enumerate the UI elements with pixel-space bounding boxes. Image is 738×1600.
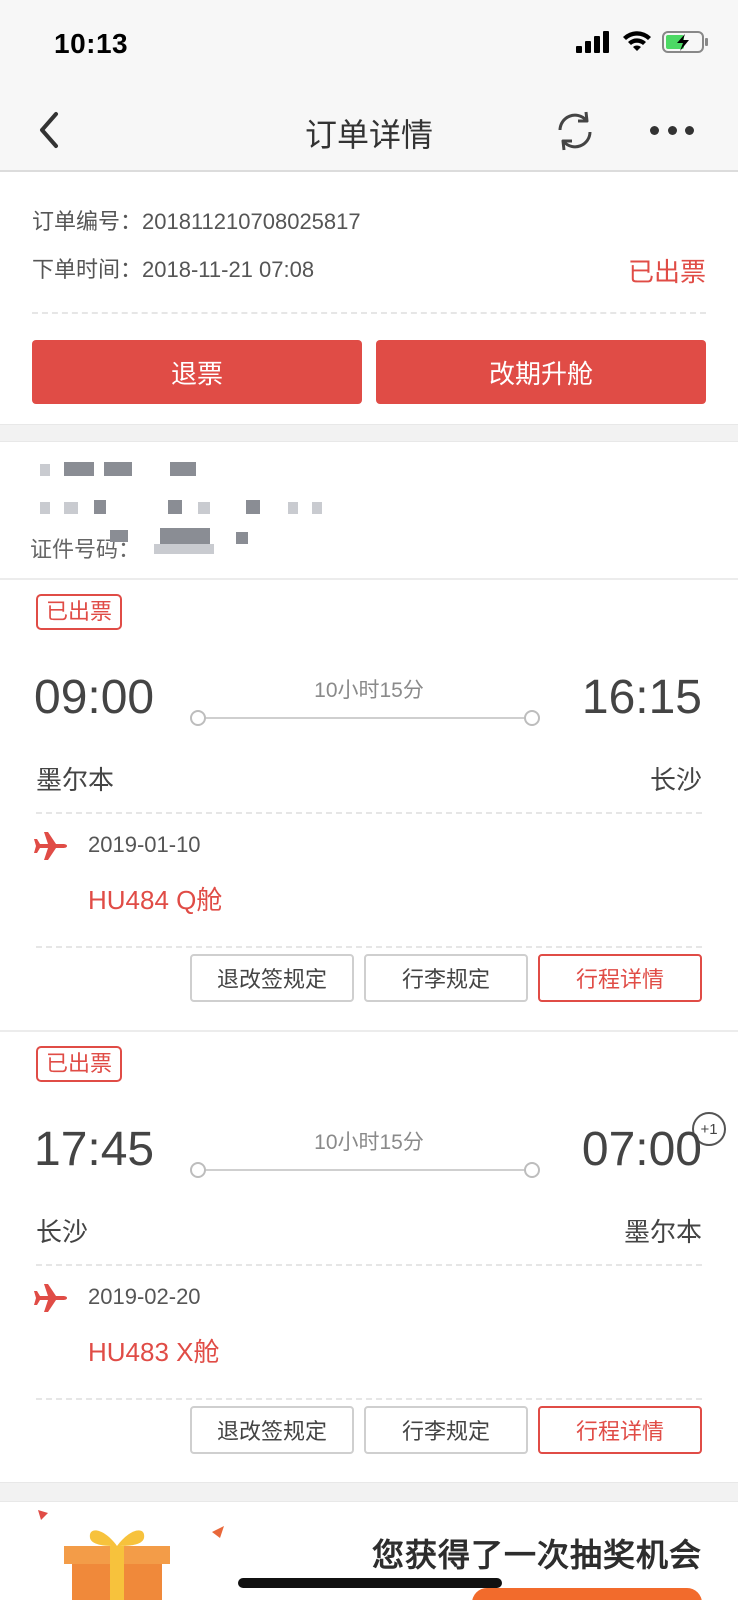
section-gap <box>0 1482 738 1502</box>
status-time: 10:13 <box>54 28 129 59</box>
divider <box>32 312 706 314</box>
airplane-icon <box>34 832 67 860</box>
home-indicator[interactable] <box>238 1578 502 1588</box>
battery-charging-icon <box>662 31 708 53</box>
arrival-time: 16:15 <box>581 671 702 724</box>
refund-button[interactable]: 退票 <box>32 340 362 404</box>
airplane-icon <box>34 1284 67 1312</box>
blurred-name <box>104 462 132 476</box>
flight-date: 2019-01-10 <box>88 832 201 857</box>
status-icons <box>576 30 710 54</box>
divider <box>36 1264 702 1266</box>
itinerary-details-button[interactable]: 行程详情 <box>538 954 702 1002</box>
divider <box>36 812 702 814</box>
arrival-city: 长沙 <box>649 765 702 795</box>
blurred-id <box>160 528 210 544</box>
blurred-info <box>312 502 322 514</box>
departure-dot <box>190 1162 206 1178</box>
refund-change-rules-button[interactable]: 退改签规定 <box>190 954 354 1002</box>
refresh-icon[interactable] <box>552 108 598 154</box>
flight-date: 2019-02-20 <box>88 1284 201 1309</box>
blurred-name <box>64 462 94 476</box>
refund-change-rules-button[interactable]: 退改签规定 <box>190 1406 354 1454</box>
arrival-dot <box>524 1162 540 1178</box>
order-status: 已出票 <box>627 257 706 287</box>
baggage-rules-button[interactable]: 行李规定 <box>364 954 528 1002</box>
divider <box>36 1398 702 1400</box>
order-number-label: 订单编号： <box>32 209 143 234</box>
blurred-info <box>198 502 210 514</box>
wifi-icon <box>623 31 651 51</box>
arrival-dot <box>524 710 540 726</box>
flight-number: HU483 X舱 <box>88 1337 220 1367</box>
confetti-icon <box>212 1526 224 1538</box>
order-number: 201811210708025817 <box>142 209 361 234</box>
gift-box-icon <box>64 1530 170 1600</box>
route-line <box>190 710 540 726</box>
blurred-info <box>64 502 78 514</box>
blurred-info <box>246 500 260 514</box>
order-time: 2018-11-21 07:08 <box>142 257 315 282</box>
lottery-banner-text: 您获得了一次抽奖机会 <box>371 1537 702 1573</box>
blurred-name <box>40 464 50 476</box>
departure-dot <box>190 710 206 726</box>
route-line <box>190 1162 540 1178</box>
signal-icon <box>576 31 609 53</box>
confetti-icon <box>38 1510 48 1520</box>
blurred-id <box>110 530 128 542</box>
order-time-row: 下单时间：2018-11-21 07:08 <box>32 252 314 284</box>
section-gap <box>0 424 738 442</box>
nav-bar: 订单详情 <box>0 88 738 172</box>
blurred-name <box>170 462 196 476</box>
blurred-info <box>94 500 106 514</box>
itinerary-details-button[interactable]: 行程详情 <box>538 1406 702 1454</box>
blurred-info <box>168 500 182 514</box>
flight-segment: 已出票 09:00 10小时15分 16:15 墨尔本 长沙 2019-01-1… <box>0 578 738 1028</box>
flight-number: HU484 Q舱 <box>88 885 223 915</box>
arrival-time: 07:00 <box>581 1123 702 1176</box>
more-icon[interactable] <box>650 108 694 152</box>
status-bar: 10:13 <box>0 0 738 88</box>
blurred-info <box>288 502 298 514</box>
departure-city: 长沙 <box>36 1217 89 1247</box>
baggage-rules-button[interactable]: 行李规定 <box>364 1406 528 1454</box>
divider <box>36 946 702 948</box>
passenger-info: 证件号码： <box>0 442 738 578</box>
order-time-label: 下单时间： <box>32 257 143 282</box>
blurred-id <box>236 532 248 544</box>
change-upgrade-button[interactable]: 改期升舱 <box>376 340 706 404</box>
ticket-status-badge: 已出票 <box>36 1046 123 1082</box>
flight-segment: 已出票 +1 17:45 10小时15分 07:00 长沙 墨尔本 2019-0… <box>0 1030 738 1480</box>
lottery-action-button[interactable] <box>472 1588 702 1600</box>
arrival-city: 墨尔本 <box>623 1217 702 1247</box>
ticket-status-badge: 已出票 <box>36 594 123 630</box>
blurred-info <box>40 502 50 514</box>
page-title: 订单详情 <box>304 117 433 153</box>
order-number-row: 订单编号：201811210708025817 <box>32 204 361 236</box>
departure-city: 墨尔本 <box>36 765 115 795</box>
order-info-card: 订单编号：201811210708025817 下单时间：2018-11-21 … <box>0 174 738 424</box>
blurred-id <box>154 544 214 554</box>
